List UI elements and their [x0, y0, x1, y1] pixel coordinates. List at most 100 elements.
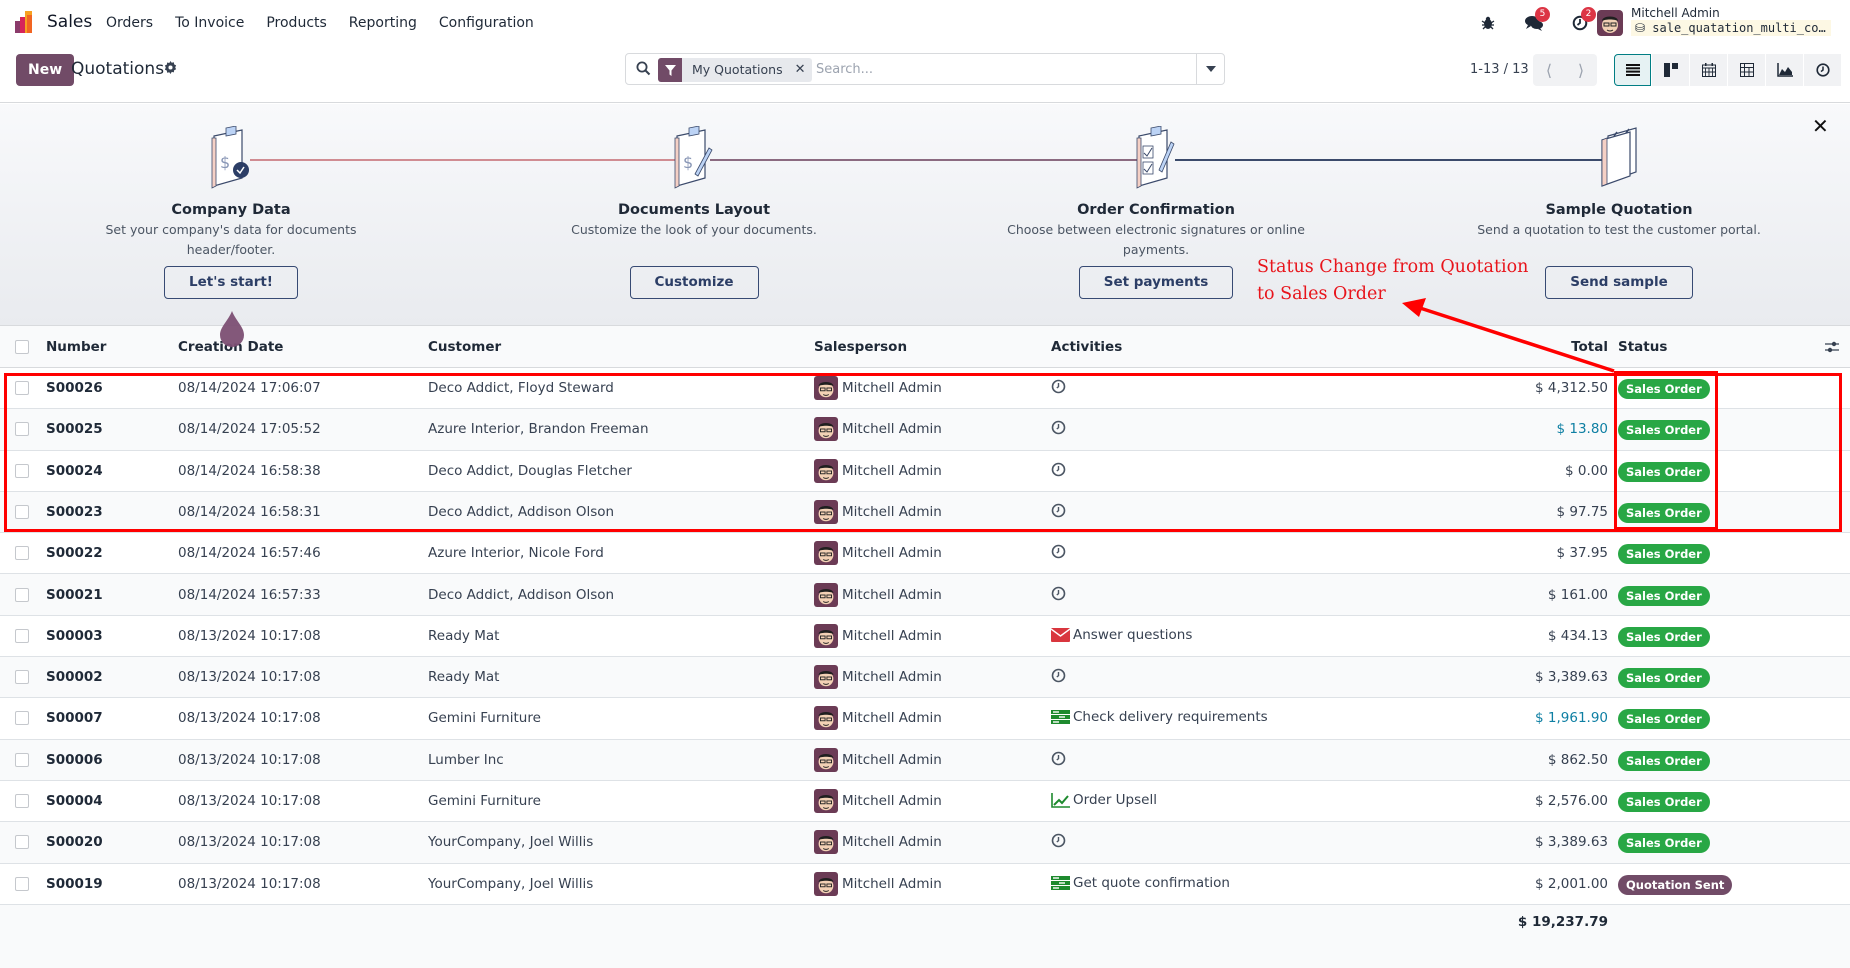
clock-icon[interactable]: [1051, 544, 1066, 559]
clock-icon[interactable]: [1051, 751, 1066, 766]
user-name[interactable]: Mitchell Admin: [1631, 6, 1720, 20]
list-view-icon[interactable]: [1614, 54, 1651, 86]
user-avatar[interactable]: [1597, 10, 1623, 36]
activity-cell[interactable]: [1051, 751, 1069, 766]
clock-icon[interactable]: [1051, 503, 1066, 518]
menu-products[interactable]: Products: [266, 15, 326, 31]
column-total[interactable]: Total: [1571, 339, 1608, 355]
table-row[interactable]: S00024 08/14/2024 16:58:38 Deco Addict, Do…: [0, 450, 1850, 492]
activity-cell[interactable]: [1051, 544, 1069, 559]
menu-to-invoice[interactable]: To Invoice: [175, 15, 244, 31]
table-row[interactable]: S00021 08/14/2024 16:57:33 Deco Addict, Ad…: [0, 574, 1850, 616]
calendar-view-icon[interactable]: [1690, 54, 1727, 86]
column-activities[interactable]: Activities: [1051, 339, 1122, 355]
row-checkbox[interactable]: [15, 546, 29, 561]
menu-reporting[interactable]: Reporting: [349, 15, 417, 31]
pager-previous-icon[interactable]: ⟨: [1533, 54, 1565, 86]
pager-value[interactable]: 1-13 / 13: [1470, 62, 1529, 77]
search-icon[interactable]: [636, 61, 651, 80]
activities-clock-icon[interactable]: 2: [1569, 7, 1596, 34]
salesperson-avatar: [814, 665, 838, 690]
table-row[interactable]: S00004 08/13/2024 10:17:08 Gemini Furnitur…: [0, 781, 1850, 823]
search-input[interactable]: [816, 59, 1196, 79]
column-salesperson[interactable]: Salesperson: [814, 339, 907, 355]
activity-cell[interactable]: [1051, 503, 1069, 518]
table-row[interactable]: S00025 08/14/2024 17:05:52 Azure Interior,…: [0, 409, 1850, 451]
order-number: S00004: [46, 793, 103, 809]
column-status[interactable]: Status: [1618, 339, 1667, 355]
clock-icon[interactable]: [1051, 586, 1066, 601]
menu-configuration[interactable]: Configuration: [439, 15, 534, 31]
kanban-view-icon[interactable]: [1652, 54, 1689, 86]
facet-remove-icon[interactable]: ✕: [789, 58, 812, 82]
activity-cell[interactable]: [1051, 462, 1069, 477]
row-checkbox[interactable]: [15, 670, 29, 685]
new-button[interactable]: New: [16, 54, 75, 86]
column-customer[interactable]: Customer: [428, 339, 501, 355]
debug-bug-icon[interactable]: [1477, 12, 1499, 34]
tasks-icon[interactable]: [1051, 875, 1070, 890]
activity-cell[interactable]: Get quote confirmation: [1051, 875, 1230, 891]
row-checkbox[interactable]: [15, 422, 29, 437]
row-checkbox[interactable]: [15, 711, 29, 726]
activities-count-badge: 2: [1581, 7, 1596, 22]
column-number[interactable]: Number: [46, 339, 106, 355]
clock-icon[interactable]: [1051, 420, 1066, 435]
messages-icon[interactable]: 5: [1523, 7, 1550, 34]
tasks-icon[interactable]: [1051, 710, 1070, 725]
row-checkbox[interactable]: [15, 381, 29, 395]
select-all-checkbox[interactable]: [15, 340, 29, 354]
table-row[interactable]: S00020 08/13/2024 10:17:08 YourCompany, Jo…: [0, 822, 1850, 864]
clock-icon[interactable]: [1051, 833, 1066, 848]
activity-view-clock-icon[interactable]: [1804, 54, 1841, 86]
pager-next-icon[interactable]: ⟩: [1565, 54, 1597, 86]
search-options-chevron-down-icon[interactable]: [1196, 54, 1224, 84]
row-checkbox[interactable]: [15, 752, 29, 767]
lets-start-button[interactable]: Let's start!: [164, 266, 298, 299]
clock-icon[interactable]: [1051, 462, 1066, 477]
activity-cell[interactable]: [1051, 833, 1069, 848]
activity-cell[interactable]: [1051, 668, 1069, 683]
send-sample-button[interactable]: Send sample: [1545, 266, 1693, 299]
table-row[interactable]: S00006 08/13/2024 10:17:08 Lumber Inc Mitch…: [0, 739, 1850, 781]
table-row[interactable]: S00026 08/14/2024 17:06:07 Deco Addict, Fl…: [0, 368, 1850, 410]
creation-date: 08/14/2024 17:06:07: [178, 380, 321, 396]
activity-cell[interactable]: Answer questions: [1051, 627, 1192, 643]
clock-icon[interactable]: [1051, 668, 1066, 683]
app-name[interactable]: Sales: [47, 12, 92, 32]
chart-line-icon[interactable]: [1051, 792, 1070, 808]
activity-cell[interactable]: [1051, 379, 1069, 394]
table-row[interactable]: S00023 08/14/2024 16:58:31 Deco Addict, Ad…: [0, 491, 1850, 534]
row-checkbox[interactable]: [15, 794, 29, 808]
table-row[interactable]: S00002 08/13/2024 10:17:08 Ready Mat Mitche…: [0, 657, 1850, 699]
menu-orders[interactable]: Orders: [106, 15, 153, 31]
table-row[interactable]: S00003 08/13/2024 10:17:08 Ready Mat Mitche…: [0, 615, 1850, 658]
gear-icon[interactable]: [164, 61, 177, 78]
row-checkbox[interactable]: [15, 628, 29, 643]
optional-columns-settings-icon[interactable]: [1825, 341, 1839, 357]
set-payments-button[interactable]: Set payments: [1078, 266, 1234, 299]
close-banner-icon[interactable]: ✕: [1812, 114, 1829, 138]
customize-button[interactable]: Customize: [629, 266, 759, 299]
table-row[interactable]: S00019 08/13/2024 10:17:08 YourCompany, Jo…: [0, 863, 1850, 905]
row-checkbox[interactable]: [15, 587, 29, 602]
table-row[interactable]: S00022 08/14/2024 16:57:46 Azure Interior,…: [0, 533, 1850, 575]
row-checkbox[interactable]: [15, 463, 29, 478]
step-title: Order Confirmation: [1077, 202, 1235, 218]
activity-cell[interactable]: Check delivery requirements: [1051, 709, 1268, 725]
activity-cell[interactable]: [1051, 586, 1069, 601]
salesperson-avatar: [814, 747, 838, 772]
pivot-view-icon[interactable]: [1728, 54, 1765, 86]
graph-view-icon[interactable]: [1766, 54, 1803, 86]
sales-app-logo-icon[interactable]: [15, 11, 37, 33]
activity-cell[interactable]: [1051, 420, 1069, 435]
email-icon[interactable]: [1051, 627, 1070, 642]
table-row[interactable]: S00007 08/13/2024 10:17:08 Gemini Furnitur…: [0, 698, 1850, 740]
row-checkbox[interactable]: [15, 504, 29, 519]
clock-icon[interactable]: [1051, 379, 1066, 394]
order-total: $ 1,961.90: [1535, 710, 1608, 727]
row-checkbox[interactable]: [15, 876, 29, 891]
salesperson: Mitchell Admin: [814, 623, 942, 648]
row-checkbox[interactable]: [15, 835, 29, 850]
activity-cell[interactable]: Order Upsell: [1051, 792, 1157, 808]
